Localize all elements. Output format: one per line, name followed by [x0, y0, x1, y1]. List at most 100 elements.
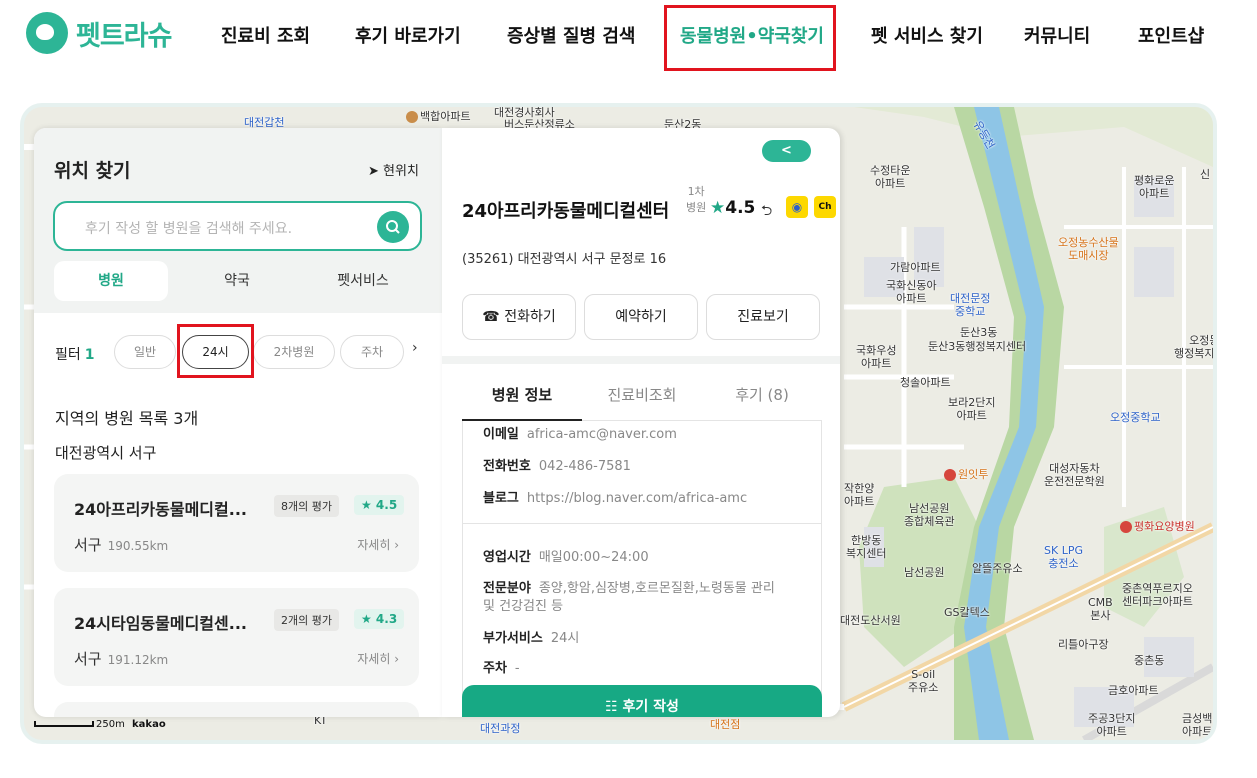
- section-divider: [442, 356, 840, 364]
- hospital-name: 24시타임동물메디컬센...: [74, 614, 247, 633]
- rating-badge: ★ 4.3: [354, 609, 405, 629]
- search-icon: [386, 220, 400, 234]
- tab-vet-cost[interactable]: 진료비조회: [582, 384, 702, 405]
- category-tabs: 병원 약국 펫서비스: [34, 261, 442, 301]
- panel-title: 위치 찾기: [54, 160, 131, 182]
- chat-icon: ☷: [605, 699, 618, 715]
- rating-badge: ★ 4.5: [354, 495, 405, 515]
- tab-reviews[interactable]: 후기 (8): [702, 384, 822, 405]
- map-label: SK LPG 충전소: [1044, 544, 1083, 570]
- review-count-badge: 2개의 평가: [274, 609, 339, 631]
- header: 펫트라슈 진료비 조회 후기 바로가기 증상별 질병 검색 동물병원•약국찾기 …: [0, 0, 1257, 75]
- filter-chip-secondary-hospital[interactable]: 2차병원: [253, 335, 335, 369]
- apartment-icon: [406, 111, 418, 123]
- nav-highlight-box: [664, 5, 836, 71]
- hospital-card[interactable]: 24아프리카동물메디컬... 8개의 평가 ★ 4.5 서구 190.55km 자…: [54, 474, 419, 572]
- info-email: 이메일 africa-amc@naver.com: [483, 427, 677, 442]
- nav-point-shop[interactable]: 포인트샵: [1138, 22, 1204, 48]
- hospital-icon: [1120, 521, 1132, 533]
- info-blog: 블로그 https://blog.naver.com/africa-amc: [483, 491, 748, 506]
- hospital-location: 서구 191.12km: [74, 650, 169, 668]
- share-icon[interactable]: ⮌: [761, 200, 772, 224]
- map-label: 주공3단지 아파트: [1088, 712, 1136, 738]
- map-label: 보라2단지 아파트: [948, 396, 996, 422]
- map-provider: kakao: [132, 719, 166, 730]
- map-label: 대전점: [710, 718, 741, 731]
- search-header: 위치 찾기 ➤ 현위치 후기 작성 할 병원을 검색해 주세요. 병원 약국 펫…: [34, 128, 442, 313]
- hospital-title: 24아프리카동물메디컬센터: [462, 201, 670, 222]
- map-label: 오정중학교: [1110, 411, 1161, 424]
- map-label: 남선공원: [904, 566, 945, 579]
- chip-highlight-box: [177, 324, 254, 378]
- info-specialty-cont: 및 건강검진 등: [483, 599, 564, 614]
- tab-pet-service[interactable]: 펫서비스: [306, 261, 420, 301]
- map-label: 국화우성 아파트: [856, 344, 897, 370]
- map-label: 작한양 아파트: [844, 482, 875, 508]
- nav-reviews[interactable]: 후기 바로가기: [355, 22, 461, 48]
- hospital-search-box[interactable]: 후기 작성 할 병원을 검색해 주세요.: [53, 201, 422, 251]
- map-label: 남선공원 종합체육관: [904, 502, 955, 528]
- filter-chip-general[interactable]: 일반: [114, 335, 176, 369]
- nav-vet-cost[interactable]: 진료비 조회: [221, 22, 310, 48]
- map-label: 대전도산서원: [840, 614, 901, 627]
- tab-pharmacy[interactable]: 약국: [180, 261, 294, 301]
- call-button[interactable]: ☎ 전화하기: [462, 294, 576, 340]
- info-extra-service: 부가서비스 24시: [483, 631, 580, 646]
- chevron-right-icon[interactable]: ›: [412, 340, 418, 356]
- map-scale: 250m kakao: [34, 719, 166, 730]
- review-count-badge: 8개의 평가: [274, 495, 339, 517]
- detail-link[interactable]: 자세히 ›: [357, 650, 399, 667]
- list-count: 지역의 병원 목록 3개: [55, 409, 199, 428]
- hospital-name: 24아프리카동물메디컬...: [74, 500, 247, 519]
- map-label: 금성백 아파트: [1182, 712, 1213, 738]
- map-label: 오정동행정복지센터: [1174, 334, 1213, 360]
- hospital-rating: ★4.5: [710, 198, 756, 218]
- hospital-tier: 1차 병원: [686, 185, 707, 214]
- map-pin-icon[interactable]: ◉: [786, 196, 808, 218]
- map-label: 알뜰주유소: [972, 562, 1023, 575]
- logo[interactable]: 펫트라슈: [26, 12, 172, 54]
- filter-chip-parking[interactable]: 주차: [340, 335, 404, 369]
- scale-bar: [34, 721, 94, 727]
- current-location-button[interactable]: ➤ 현위치: [368, 160, 419, 179]
- tab-hospital[interactable]: 병원: [54, 261, 168, 301]
- map-label: 중촌역푸르지오 센터파크아파트: [1122, 582, 1193, 608]
- info-hours: 영업시간 매일00:00~24:00: [483, 550, 649, 565]
- map-label: CMB 본사: [1088, 596, 1113, 622]
- collapse-panel-button[interactable]: <: [762, 140, 811, 162]
- nav-symptom-search[interactable]: 증상별 질병 검색: [507, 22, 635, 48]
- hospital-card[interactable]: [54, 702, 419, 717]
- search-button[interactable]: [377, 211, 409, 243]
- hospital-address: (35261) 대전광역시 서구 문정로 16: [462, 252, 667, 267]
- kakao-talk-icon[interactable]: Ch: [814, 196, 836, 218]
- filter-label: 필터 1: [55, 347, 95, 363]
- nav-community[interactable]: 커뮤니티: [1024, 22, 1090, 48]
- info-divider: [463, 523, 821, 524]
- view-treatment-button[interactable]: 진료보기: [706, 294, 820, 340]
- location-arrow-icon: ➤: [368, 164, 379, 179]
- reserve-button[interactable]: 예약하기: [584, 294, 698, 340]
- map-label: 리틀아구장: [1058, 638, 1109, 651]
- map-label: 신: [1200, 168, 1211, 181]
- nav-pet-service[interactable]: 펫 서비스 찾기: [871, 22, 983, 48]
- hospital-info-section: 이메일 africa-amc@naver.com 전화번호 042-486-7581…: [462, 421, 822, 717]
- hospital-location: 서구 190.55km: [74, 536, 169, 554]
- map-label: 백합아파트: [406, 110, 471, 124]
- map-label: GS칼텍스: [944, 606, 990, 619]
- hospital-detail-panel: < 24아프리카동물메디컬센터 1차 병원 ★4.5 ⮌ ◉ Ch (35261)…: [442, 128, 840, 717]
- map-label: 청솔아파트: [900, 376, 951, 389]
- map-label: S-oil 주유소: [908, 668, 939, 694]
- phone-icon: ☎: [482, 309, 500, 325]
- detail-link[interactable]: 자세히 ›: [357, 536, 399, 553]
- map-label: 중촌동: [1134, 654, 1165, 667]
- map-label: 원잇투: [944, 468, 988, 482]
- search-input[interactable]: 후기 작성 할 병원을 검색해 주세요.: [85, 218, 292, 238]
- map-label: 대성자동차 운전전문학원: [1044, 462, 1105, 488]
- hospital-card[interactable]: 24시타임동물메디컬센... 2개의 평가 ★ 4.3 서구 191.12km 자…: [54, 588, 419, 686]
- map-label: 둔산3동행정복지센터: [928, 340, 1027, 353]
- store-icon: [944, 469, 956, 481]
- map-label: 둔산3동: [960, 326, 998, 339]
- write-review-button[interactable]: ☷ 후기 작성: [462, 685, 822, 717]
- star-icon: ★: [710, 198, 726, 218]
- tab-hospital-info[interactable]: 병원 정보: [462, 384, 582, 405]
